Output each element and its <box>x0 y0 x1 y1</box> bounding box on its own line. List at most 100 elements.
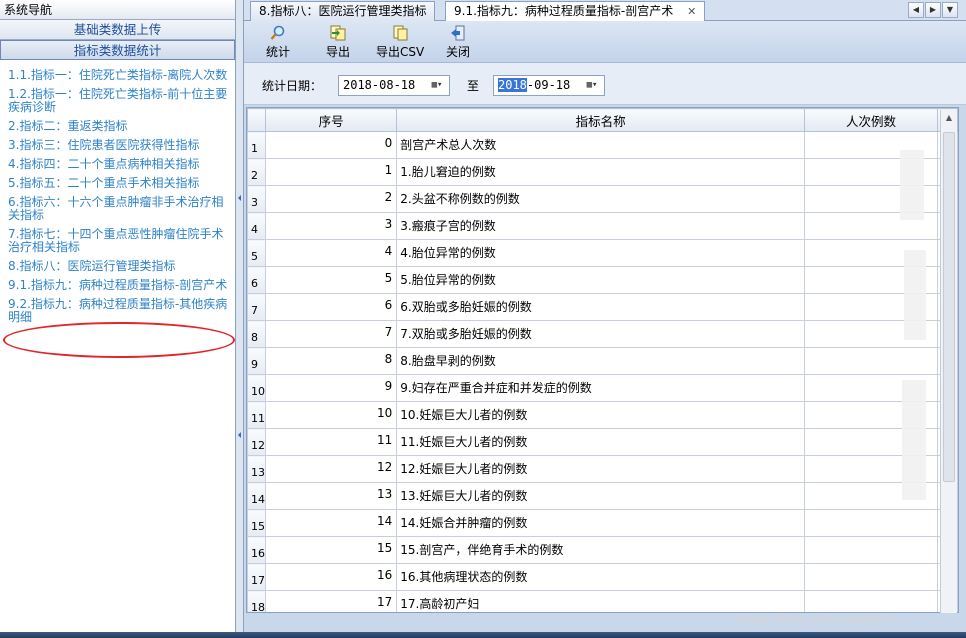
indicator-name-cell[interactable]: 15.剖宫产，伴绝育手术的例数 <box>396 536 805 564</box>
table-row[interactable]: 5 4 4.胎位异常的例数 <box>247 239 958 267</box>
nav-item-1-1[interactable]: 1.1.指标一：住院死亡类指标-离院人次数 <box>8 69 228 82</box>
tab-scroll-left-icon[interactable]: ◀ <box>908 2 924 18</box>
table-row[interactable]: 11 10 10.妊娠巨大儿者的例数 <box>247 401 958 429</box>
table-row[interactable]: 8 7 7.双胎或多胎妊娠的例数 <box>247 320 958 348</box>
export-csv-button[interactable]: 导出CSV <box>376 25 424 60</box>
export-button[interactable]: 导出 <box>326 25 350 60</box>
column-header-seq[interactable]: 序号 <box>264 108 398 132</box>
count-cell[interactable] <box>803 563 939 591</box>
row-number-header <box>247 108 266 132</box>
table-row[interactable]: 16 15 15.剖宫产，伴绝育手术的例数 <box>247 536 958 564</box>
nav-item-3[interactable]: 3.指标三：住院患者医院获得性指标 <box>8 139 228 152</box>
indicator-table: 序号 指标名称 人次例数 10 剖宫产术总人次数 2 1 1.胎儿窘迫的例数 3 2 2.头… <box>247 108 958 612</box>
calendar-dropdown-icon[interactable]: ▦▾ <box>427 78 447 93</box>
tab-scroll-right-icon[interactable]: ▶ <box>925 2 941 18</box>
indicator-name-cell[interactable]: 13.妊娠巨大儿者的例数 <box>396 482 805 510</box>
seq-cell: 13 <box>264 482 398 510</box>
indicator-name-cell[interactable]: 11.妊娠巨大儿者的例数 <box>396 428 805 456</box>
tab-indicator-8[interactable]: 8.指标八：医院运行管理类指标 <box>250 1 436 21</box>
seq-cell: 8 <box>264 347 398 375</box>
table-header-row: 序号 指标名称 人次例数 <box>247 108 958 132</box>
row-number-cell: 10 <box>247 374 266 402</box>
count-cell[interactable] <box>803 347 939 375</box>
nav-item-4[interactable]: 4.指标四：二十个重点病种相关指标 <box>8 158 228 171</box>
count-cell[interactable] <box>803 590 939 612</box>
table-row[interactable]: 10 剖宫产术总人次数 <box>247 131 958 159</box>
row-number-cell: 7 <box>247 293 266 321</box>
column-header-name[interactable]: 指标名称 <box>396 108 805 132</box>
indicator-name-cell[interactable]: 4.胎位异常的例数 <box>396 239 805 267</box>
indicator-name-cell[interactable]: 16.其他病理状态的例数 <box>396 563 805 591</box>
indicator-name-cell[interactable]: 10.妊娠巨大儿者的例数 <box>396 401 805 429</box>
collapse-arrow-icon[interactable] <box>238 432 241 438</box>
indicator-name-cell[interactable]: 8.胎盘早剥的例数 <box>396 347 805 375</box>
start-date-field[interactable]: 2018-08-18 ▦▾ <box>338 75 450 96</box>
table-row[interactable]: 14 13 13.妊娠巨大儿者的例数 <box>247 482 958 510</box>
nav-item-9-1[interactable]: 9.1.指标九：病种过程质量指标-剖宫产术 <box>8 279 228 292</box>
end-date-field[interactable]: 2018-09-18 ▦▾ <box>493 75 605 96</box>
collapse-arrow-icon[interactable] <box>238 195 241 201</box>
section-indicator-statistics[interactable]: 指标类数据统计 <box>0 40 235 60</box>
scroll-thumb[interactable] <box>943 132 955 482</box>
scroll-up-icon[interactable]: ▲ <box>941 110 957 125</box>
seq-cell: 11 <box>264 428 398 456</box>
indicator-name-cell[interactable]: 2.头盆不称例数的例数 <box>396 185 805 213</box>
table-row[interactable]: 6 5 5.胎位异常的例数 <box>247 266 958 294</box>
toolbar: 统计 导出 导出CSV 关闭 <box>244 21 966 63</box>
row-number-cell: 14 <box>247 482 266 510</box>
stats-button[interactable]: 统计 <box>266 25 290 60</box>
table-row[interactable]: 18 17 17.高龄初产妇 <box>247 590 958 612</box>
indicator-name-cell[interactable]: 3.瘢痕子宫的例数 <box>396 212 805 240</box>
blurred-region <box>904 250 926 340</box>
nav-item-6[interactable]: 6.指标六：十六个重点肿瘤非手术治疗相关指标 <box>8 196 228 222</box>
export-label: 导出 <box>326 45 351 59</box>
row-number-cell: 6 <box>247 266 266 294</box>
tab-list-icon[interactable]: ▼ <box>942 2 958 18</box>
table-row[interactable]: 17 16 16.其他病理状态的例数 <box>247 563 958 591</box>
table-row[interactable]: 12 11 11.妊娠巨大儿者的例数 <box>247 428 958 456</box>
seq-cell: 10 <box>264 401 398 429</box>
count-cell[interactable] <box>803 536 939 564</box>
panel-splitter[interactable] <box>236 0 244 632</box>
nav-item-1-2[interactable]: 1.2.指标一：住院死亡类指标-前十位主要疾病诊断 <box>8 88 228 114</box>
indicator-name-cell[interactable]: 12.妊娠巨大儿者的例数 <box>396 455 805 483</box>
indicator-name-cell[interactable]: 7.双胎或多胎妊娠的例数 <box>396 320 805 348</box>
close-button[interactable]: 关闭 <box>446 25 470 60</box>
table-row[interactable]: 7 6 6.双胎或多胎妊娠的例数 <box>247 293 958 321</box>
calendar-dropdown-icon[interactable]: ▦▾ <box>582 78 602 93</box>
nav-item-9-2[interactable]: 9.2.指标九：病种过程质量指标-其他疾病明细 <box>8 298 228 324</box>
navigation-list: 1.1.指标一：住院死亡类指标-离院人次数 1.2.指标一：住院死亡类指标-前十… <box>0 60 235 324</box>
indicator-name-cell[interactable]: 剖宫产术总人次数 <box>396 131 805 159</box>
indicator-name-cell[interactable]: 9.妇存在严重合并症和并发症的例数 <box>396 374 805 402</box>
seq-cell: 14 <box>264 509 398 537</box>
close-label: 关闭 <box>446 45 471 59</box>
indicator-name-cell[interactable]: 17.高龄初产妇 <box>396 590 805 612</box>
filter-bar: 统计日期： 2018-08-18 ▦▾ 至 2018-09-18 ▦▾ <box>244 63 966 105</box>
column-header-count[interactable]: 人次例数 <box>803 108 939 132</box>
section-basic-data-upload[interactable]: 基础类数据上传 <box>0 20 235 40</box>
nav-item-2[interactable]: 2.指标二：重返类指标 <box>8 120 228 133</box>
vertical-scrollbar[interactable]: ▲ <box>940 110 957 613</box>
table-row[interactable]: 15 14 14.妊娠合并肿瘤的例数 <box>247 509 958 537</box>
red-highlight-circle <box>3 322 235 358</box>
tab-indicator-9-1[interactable]: 9.1.指标九：病种过程质量指标-剖宫产术 ✕ <box>445 1 706 22</box>
indicator-name-cell[interactable]: 14.妊娠合并肿瘤的例数 <box>396 509 805 537</box>
indicator-name-cell[interactable]: 6.双胎或多胎妊娠的例数 <box>396 293 805 321</box>
table-row[interactable]: 13 12 12.妊娠巨大儿者的例数 <box>247 455 958 483</box>
count-cell[interactable] <box>803 509 939 537</box>
table-row[interactable]: 10 9 9.妇存在严重合并症和并发症的例数 <box>247 374 958 402</box>
table-row[interactable]: 9 8 8.胎盘早剥的例数 <box>247 347 958 375</box>
nav-item-8[interactable]: 8.指标八：医院运行管理类指标 <box>8 260 228 273</box>
indicator-name-cell[interactable]: 5.胎位异常的例数 <box>396 266 805 294</box>
magnifier-icon <box>270 25 285 40</box>
nav-item-5[interactable]: 5.指标五：二十个重点手术相关指标 <box>8 177 228 190</box>
table-row[interactable]: 2 1 1.胎儿窘迫的例数 <box>247 158 958 186</box>
row-number-cell: 13 <box>247 455 266 483</box>
seq-cell: 2 <box>264 185 398 213</box>
table-row[interactable]: 4 3 3.瘢痕子宫的例数 <box>247 212 958 240</box>
close-icon[interactable]: ✕ <box>687 5 696 18</box>
table-row[interactable]: 3 2 2.头盆不称例数的例数 <box>247 185 958 213</box>
row-number-cell: 18 <box>247 590 266 612</box>
nav-item-7[interactable]: 7.指标七：十四个重点恶性肿瘤住院手术治疗相关指标 <box>8 228 228 254</box>
indicator-name-cell[interactable]: 1.胎儿窘迫的例数 <box>396 158 805 186</box>
